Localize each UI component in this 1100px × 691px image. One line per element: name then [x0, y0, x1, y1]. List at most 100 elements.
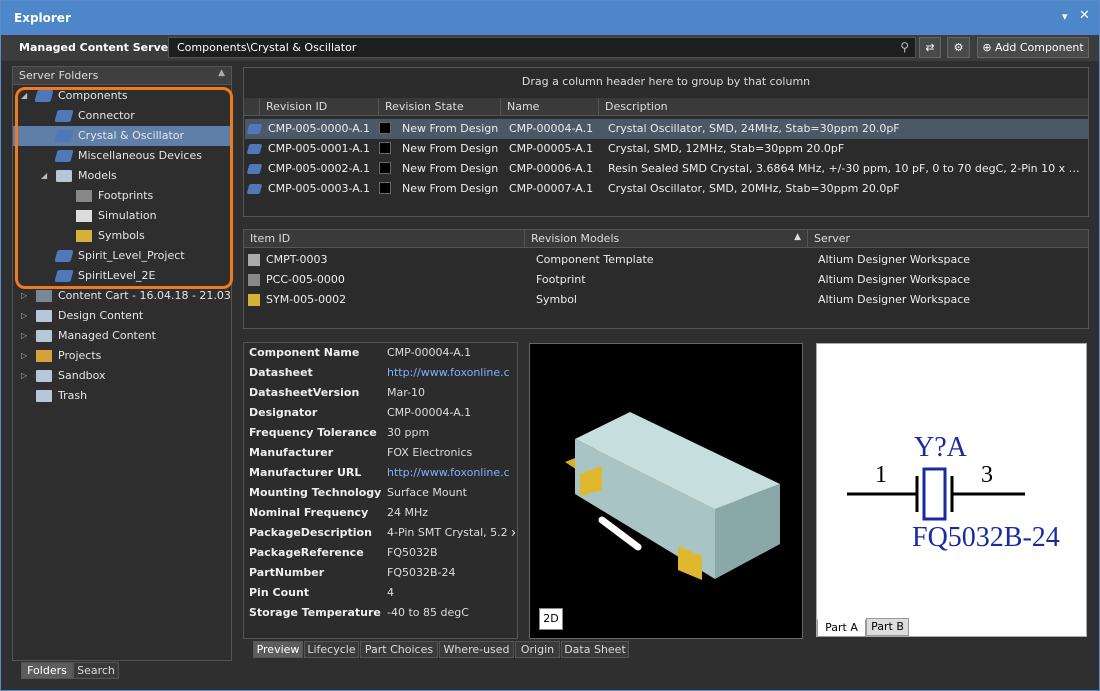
tree-item-footprints[interactable]: Footprints — [13, 186, 232, 206]
tab-part-a[interactable]: Part A — [817, 619, 866, 637]
refresh-button[interactable]: ⇄ — [919, 37, 941, 58]
server-label: Managed Content Server — [19, 41, 174, 54]
tab-where-used[interactable]: Where-used — [439, 641, 514, 658]
projects-icon — [36, 350, 52, 362]
template-icon — [248, 254, 260, 266]
tree-label: Simulation — [98, 209, 157, 222]
prop-key: Component Name — [249, 346, 360, 359]
tab-lifecycle[interactable]: Lifecycle — [304, 641, 359, 658]
cell-description: Crystal Oscillator, SMD, 24MHz, Stab=30p… — [608, 122, 900, 135]
collapsed-arrow-icon[interactable]: ▷ — [21, 346, 27, 366]
prop-value: Mar-10 — [387, 386, 426, 399]
cell-item-id: PCC-005-0000 — [266, 273, 345, 286]
add-component-button[interactable]: ⊕ Add Component — [977, 37, 1089, 58]
cell-model: Component Template — [536, 253, 654, 266]
path-text: Components\Crystal & Oscillator — [177, 41, 357, 54]
expand-icon[interactable]: ◢ — [41, 166, 47, 186]
3d-preview[interactable]: 2D — [529, 343, 803, 639]
close-icon[interactable]: ✕ — [1079, 8, 1090, 23]
collapsed-arrow-icon[interactable]: ▷ — [21, 286, 27, 306]
tree-item-sandbox[interactable]: ▷ Sandbox — [13, 366, 232, 386]
tree-item-models[interactable]: ◢ Models — [13, 166, 232, 186]
collapsed-arrow-icon[interactable]: ▷ — [21, 326, 27, 346]
tree-item-connector[interactable]: Connector — [13, 106, 232, 126]
component-icon — [246, 124, 263, 134]
cell-revision-state: New From Design — [402, 142, 499, 155]
tree-item-simulation[interactable]: Simulation — [13, 206, 232, 226]
path-field[interactable]: Components\Crystal & Oscillator ⚲ — [168, 37, 916, 58]
cell-model: Symbol — [536, 293, 577, 306]
cell-name: CMP-00004-A.1 — [509, 122, 594, 135]
prop-value: -40 to 85 degC — [387, 606, 469, 619]
table-row[interactable]: CMP-005-0002-A.1 New From Design CMP-000… — [245, 159, 1088, 179]
table-row[interactable]: PCC-005-0000 Footprint Altium Designer W… — [245, 270, 1088, 290]
prop-value: Surface Mount — [387, 486, 467, 499]
table-row[interactable]: CMP-005-0001-A.1 New From Design CMP-000… — [245, 139, 1088, 159]
folder-icon — [36, 310, 52, 322]
state-color-swatch — [379, 142, 391, 154]
tree-item-components[interactable]: ◢ Components — [13, 86, 232, 106]
component-icon — [54, 270, 74, 282]
component-icon — [246, 184, 263, 194]
server-selector[interactable]: Managed Content Server ▼ — [19, 41, 184, 54]
tab-search[interactable]: Search — [73, 662, 119, 679]
tab-data-sheet[interactable]: Data Sheet — [561, 641, 629, 658]
component-library-icon — [34, 90, 54, 102]
tree-item-spirit-level-project[interactable]: Spirit_Level_Project — [13, 246, 232, 266]
tree-item-misc-devices[interactable]: Miscellaneous Devices — [13, 146, 232, 166]
settings-button[interactable]: ⚙ — [947, 37, 970, 58]
prop-value: CMP-00004-A.1 — [387, 346, 472, 359]
search-icon[interactable]: ⚲ — [900, 40, 909, 54]
tab-part-b[interactable]: Part B — [866, 618, 909, 636]
column-header-name[interactable]: Name — [501, 98, 599, 116]
cell-server: Altium Designer Workspace — [818, 253, 971, 266]
pin-icon[interactable]: ▾ — [1062, 10, 1068, 23]
tree-item-managed-content[interactable]: ▷ Managed Content — [13, 326, 232, 346]
2d-toggle-button[interactable]: 2D — [539, 608, 563, 630]
prop-value: CMP-00004-A.1 — [387, 406, 472, 419]
tab-part-choices[interactable]: Part Choices — [360, 641, 438, 658]
tree-item-crystal-oscillator[interactable]: Crystal & Oscillator — [13, 126, 232, 146]
cell-revision-state: New From Design — [402, 162, 499, 175]
tree-item-trash[interactable]: Trash — [13, 386, 232, 406]
tree-label: Sandbox — [58, 369, 106, 382]
component-icon — [54, 130, 74, 142]
column-header-revision-models[interactable]: Revision Models ▲ — [525, 230, 808, 248]
tree-label: SpiritLevel_2E — [78, 269, 156, 282]
table-row[interactable]: CMPT-0003 Component Template Altium Desi… — [245, 250, 1088, 270]
window-title: Explorer — [14, 11, 71, 25]
title-bar: Explorer ▾ ✕ — [1, 1, 1099, 35]
table-row[interactable]: CMP-005-0000-A.1 New From Design CMP-000… — [245, 119, 1088, 139]
tree-item-projects[interactable]: ▷ Projects — [13, 346, 232, 366]
tree-item-content-cart[interactable]: ▷ Content Cart - 16.04.18 - 21.03 — [13, 286, 232, 306]
collapsed-arrow-icon[interactable]: ▷ — [21, 306, 27, 326]
tab-preview[interactable]: Preview — [253, 641, 303, 658]
column-header-revision-id[interactable]: Revision ID — [260, 98, 379, 116]
column-header-item-id[interactable]: Item ID — [244, 230, 525, 248]
tree-label: Symbols — [98, 229, 145, 242]
revisions-grid: Drag a column header here to group by th… — [243, 67, 1089, 217]
cart-icon — [36, 290, 52, 302]
panel-header: Server Folders ▲ — [13, 67, 231, 85]
table-row[interactable]: CMP-005-0003-A.1 New From Design CMP-000… — [245, 179, 1088, 199]
column-header-server[interactable]: Server — [808, 230, 1089, 248]
tab-folders[interactable]: Folders — [21, 662, 73, 679]
tree-item-symbols[interactable]: Symbols — [13, 226, 232, 246]
collapsed-arrow-icon[interactable]: ▷ — [21, 366, 27, 386]
models-grid: Item ID Revision Models ▲ Server CMPT-000… — [243, 229, 1089, 329]
column-header-description[interactable]: Description — [599, 98, 1089, 116]
pin-number: 1 — [875, 462, 887, 488]
state-color-swatch — [379, 182, 391, 194]
tab-origin[interactable]: Origin — [515, 641, 560, 658]
prop-key: Manufacturer URL — [249, 466, 362, 479]
simulation-icon — [76, 210, 92, 222]
tree-item-design-content[interactable]: ▷ Design Content — [13, 306, 232, 326]
properties-panel: Component Name CMP-00004-A.1 Datasheet htt… — [243, 342, 518, 639]
expand-icon[interactable]: ◢ — [21, 86, 27, 106]
datasheet-link[interactable]: http://www.foxonline.c — [387, 366, 515, 379]
manufacturer-url-link[interactable]: http://www.foxonline.c — [387, 466, 515, 479]
collapse-icon[interactable]: ▲ — [218, 68, 225, 78]
tree-item-spiritlevel-2e[interactable]: SpiritLevel_2E — [13, 266, 232, 286]
column-header-revision-state[interactable]: Revision State — [379, 98, 501, 116]
table-row[interactable]: SYM-005-0002 Symbol Altium Designer Work… — [245, 290, 1088, 310]
